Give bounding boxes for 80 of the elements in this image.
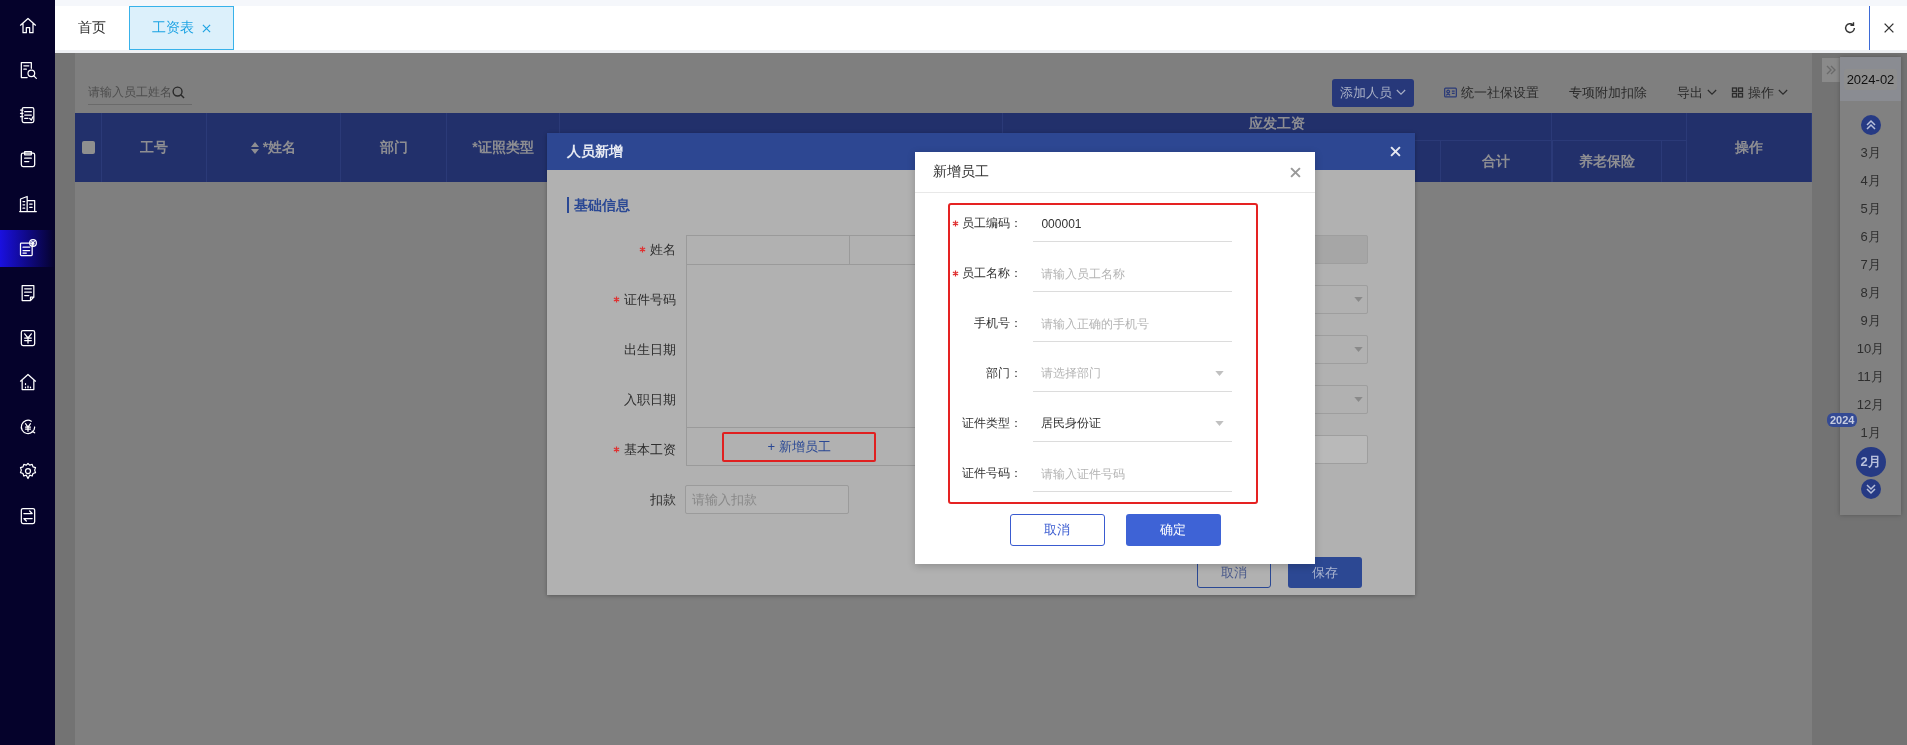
field-label: 证件号码： [962, 464, 1023, 482]
toolbar-dropdown[interactable]: 导出 [1677, 83, 1717, 102]
settings-icon [17, 461, 38, 482]
save-button[interactable]: 保存 [1288, 557, 1362, 588]
double-chevron-up-icon [1864, 119, 1877, 131]
field-label: 员工名称： [962, 264, 1023, 282]
required-icon [639, 246, 646, 253]
required-icon [613, 296, 620, 303]
scroll-up-button[interactable] [1860, 115, 1881, 135]
field-label: 手机号： [974, 314, 1023, 332]
home-icon [17, 15, 38, 36]
month-item[interactable]: 9月 [1860, 307, 1881, 335]
current-month-label: 2024-02 [1843, 68, 1898, 90]
caret-icon [1354, 297, 1363, 302]
sidebar-item[interactable] [0, 229, 55, 267]
month-item[interactable]: 12月 [1856, 391, 1885, 419]
field-label: 扣款 [650, 490, 676, 509]
input-field[interactable]: 000001 [1033, 206, 1232, 242]
add-employee-button[interactable]: + 新增员工 [722, 431, 876, 462]
document-yen-icon [17, 238, 38, 259]
column-header: 合计 [1440, 141, 1551, 182]
month-item[interactable]: 11月 [1857, 363, 1884, 391]
toolbar-dropdown[interactable]: 操作 [1731, 83, 1788, 102]
required-icon [952, 269, 960, 277]
select-all-checkbox[interactable] [81, 141, 95, 154]
field-label: 员工编码： [962, 214, 1023, 232]
chevron-down-icon [1707, 89, 1717, 96]
field-label: 姓名 [650, 240, 676, 259]
cancel-button[interactable]: 取消 [1009, 514, 1105, 546]
caret-icon [1215, 421, 1224, 426]
sort-icon[interactable] [250, 141, 259, 154]
double-chevron-down-icon [1864, 483, 1877, 495]
required-icon [952, 219, 960, 227]
month-item[interactable]: 2月 [1855, 447, 1886, 477]
column-header: 养老保险 [1552, 141, 1661, 182]
month-item[interactable]: 7月 [1860, 251, 1881, 279]
search-icon [172, 85, 185, 99]
id-card-icon [1444, 87, 1457, 98]
required-icon [613, 446, 620, 453]
scroll-down-button[interactable] [1860, 479, 1881, 499]
grid-icon [1731, 87, 1744, 98]
month-item[interactable]: 6月 [1860, 223, 1881, 251]
field-label: 入职日期 [624, 390, 676, 409]
field-label: 基本工资 [624, 440, 676, 459]
column-header: 工号 [102, 113, 207, 182]
month-item[interactable]: 5月 [1860, 195, 1881, 223]
month-item[interactable]: 10月 [1856, 335, 1885, 363]
tab[interactable]: 首页 [55, 6, 129, 50]
column-header: *姓名 [262, 138, 297, 157]
select-field[interactable]: 请选择部门 [1033, 356, 1232, 392]
field-label: 证件类型： [962, 414, 1023, 432]
month-item[interactable]: 8月 [1860, 279, 1881, 307]
double-chevron-right-icon [1826, 65, 1836, 75]
column-group-header: 应发工资 [1249, 115, 1305, 133]
select-field[interactable]: 居民身份证 [1033, 406, 1232, 442]
close-icon [1882, 21, 1896, 35]
tab[interactable]: 工资表 [129, 6, 234, 50]
month-item[interactable]: 1月 [1860, 419, 1881, 447]
dialog-title: 新增员工 [933, 163, 990, 181]
caret-icon [1354, 347, 1363, 352]
house-chart-icon [17, 372, 38, 393]
month-item[interactable]: 3月 [1860, 139, 1881, 167]
dialog-title: 人员新增 [567, 142, 624, 161]
caret-icon [1215, 371, 1224, 376]
caret-icon [1354, 397, 1363, 402]
section-title: 基础信息 [567, 197, 630, 213]
confirm-button[interactable]: 确定 [1125, 514, 1221, 546]
buildings-icon [17, 193, 38, 214]
add-person-button[interactable]: 添加人员 [1332, 78, 1414, 107]
field-label: 证件号码 [624, 290, 676, 309]
chevron-down-icon [1778, 89, 1788, 96]
chevron-down-icon [1396, 89, 1406, 96]
field-label: 出生日期 [624, 340, 676, 359]
toolbar-link[interactable]: 专项附加扣除 [1569, 83, 1647, 102]
field-label: 部门： [986, 364, 1023, 382]
column-header: 操作 [1687, 113, 1812, 182]
refresh-icon [1843, 21, 1857, 35]
month-item[interactable]: 4月 [1860, 167, 1881, 195]
column-header: 部门 [341, 113, 447, 182]
year-badge: 2024 [1827, 413, 1858, 427]
